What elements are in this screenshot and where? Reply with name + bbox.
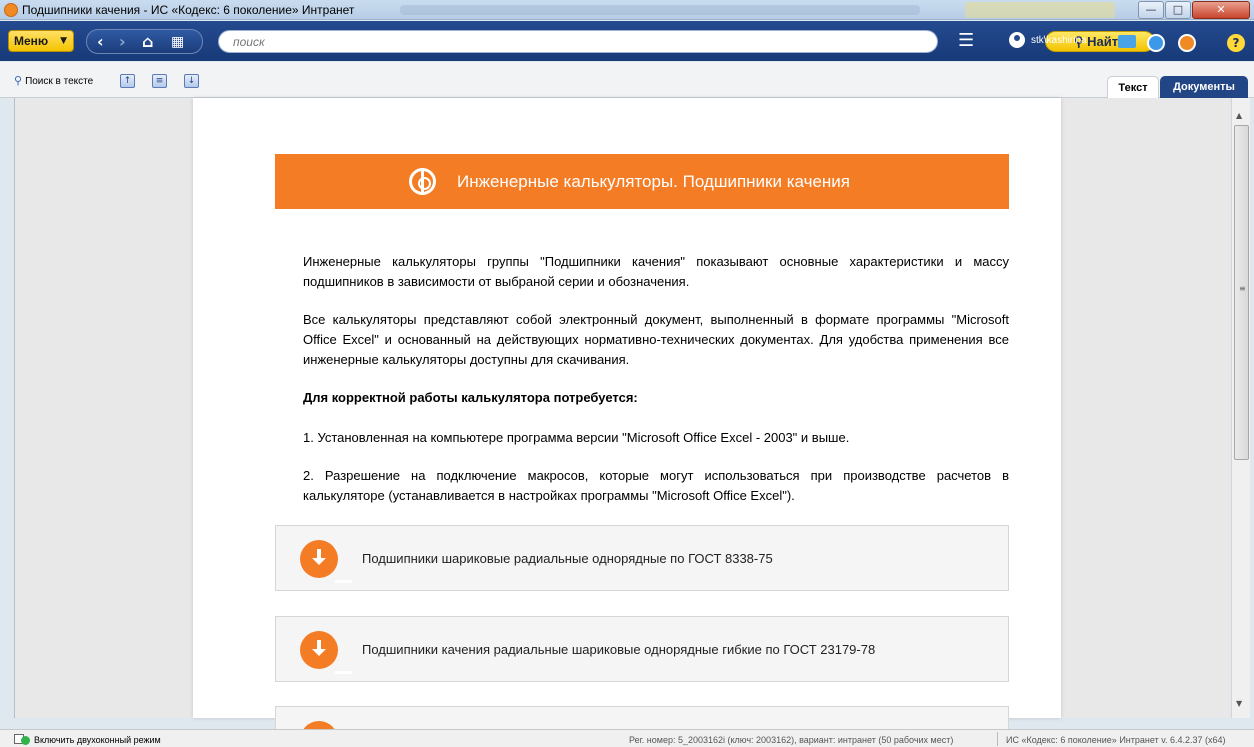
user-icon: [1009, 32, 1025, 48]
grip-icon: ≡: [1239, 284, 1246, 293]
user-name: stk\kashirina: [1031, 35, 1087, 46]
dual-window-toggle-icon[interactable]: [21, 736, 30, 745]
download-card[interactable]: Подшипники шариковые радиальные однорядн…: [275, 525, 1009, 591]
status-bar: Включить двухоконный режим Рег. номер: 5…: [0, 729, 1254, 747]
download-card-label[interactable]: Подшипники качения радиальные шариковые …: [362, 642, 875, 657]
download-icon[interactable]: [300, 540, 352, 583]
requirements-heading: Для корректной работы калькулятора потре…: [303, 390, 638, 405]
maximize-button[interactable]: □: [1165, 1, 1191, 19]
status-divider: [997, 732, 998, 746]
minimize-button[interactable]: —: [1138, 1, 1164, 19]
version-info: ИС «Кодекс: 6 поколение» Интранет v. 6.4…: [1006, 735, 1226, 745]
blurred-title-area-highlight: [965, 2, 1115, 18]
download-card[interactable]: Подшипники качения радиальные шариковые …: [275, 616, 1009, 682]
tab-text[interactable]: Текст: [1107, 76, 1159, 98]
back-arrow-icon[interactable]: ‹: [97, 32, 104, 51]
description-paragraph: Все калькуляторы представляют собой элек…: [275, 310, 1009, 370]
help-icon[interactable]: ?: [1227, 34, 1245, 52]
registration-info: Рег. номер: 5_2003162i (ключ: 2003162), …: [629, 735, 954, 745]
download-icon[interactable]: [300, 631, 352, 674]
page-banner: Инженерные калькуляторы. Подшипники каче…: [275, 154, 1009, 209]
navigation-group: ‹ › ⌂ ▦: [86, 29, 203, 54]
folder-icon[interactable]: [1118, 35, 1136, 48]
requirement-item-2-text: 2. Разрешение на подключение макросов, к…: [303, 468, 1009, 503]
intro-paragraph: Инженерные калькуляторы группы "Подшипни…: [275, 252, 1009, 292]
document-page: Инженерные калькуляторы. Подшипники каче…: [193, 98, 1061, 747]
dual-window-toggle[interactable]: Включить двухоконный режим: [34, 735, 161, 745]
scrollbar-thumb[interactable]: ≡: [1234, 125, 1249, 460]
hamburger-menu-icon[interactable]: ☰: [958, 30, 976, 51]
forward-arrow-icon[interactable]: ›: [119, 32, 126, 51]
window-title-bar: Подшипники качения - ИС «Кодекс: 6 покол…: [0, 0, 1254, 20]
menu-button[interactable]: Меню ▼: [8, 30, 74, 52]
document-viewport: Инженерные калькуляторы. Подшипники каче…: [14, 98, 1230, 747]
app-logo-icon: [4, 3, 18, 17]
requirement-item-1: 1. Установленная на компьютере программа…: [303, 430, 850, 445]
menu-button-label: Меню: [14, 34, 49, 48]
scroll-to-top-icon[interactable]: ↑: [120, 74, 135, 88]
main-toolbar: Меню ▼ ‹ › ⌂ ▦ ⚲ Найти ☰ stk\kashirina ?: [0, 21, 1254, 61]
scroll-to-bottom-icon[interactable]: ↓: [184, 74, 199, 88]
close-button[interactable]: ✕: [1192, 1, 1250, 19]
description-paragraph-text: Все калькуляторы представляют собой элек…: [303, 312, 1009, 367]
magnifier-icon: ⚲: [14, 74, 23, 87]
scroll-down-icon[interactable]: ▼: [1236, 699, 1242, 708]
history-clock-icon[interactable]: [1147, 34, 1165, 52]
page-title: Инженерные калькуляторы. Подшипники каче…: [457, 172, 851, 191]
requirement-item-2: 2. Разрешение на подключение макросов, к…: [275, 466, 1009, 506]
grid-menu-icon[interactable]: ▦: [171, 34, 184, 50]
chevron-down-icon: ▼: [60, 36, 67, 46]
find-in-text-label: Поиск в тексте: [25, 76, 94, 87]
scroll-up-icon[interactable]: ▲: [1236, 111, 1242, 120]
document-toolbar: ⚲ Поиск в тексте ↑ ≡ ↓: [0, 62, 1254, 98]
intro-paragraph-text: Инженерные калькуляторы группы "Подшипни…: [303, 254, 1009, 289]
timer-icon[interactable]: [1178, 34, 1196, 52]
window-title: Подшипники качения - ИС «Кодекс: 6 покол…: [22, 3, 355, 17]
find-in-text-button[interactable]: ⚲ Поиск в тексте: [14, 74, 93, 87]
home-icon[interactable]: ⌂: [142, 32, 153, 51]
lifebuoy-icon: [409, 168, 436, 195]
search-box: ⚲ Найти: [218, 30, 1155, 53]
user-area[interactable]: stk\kashirina: [995, 29, 1155, 53]
vertical-scrollbar[interactable]: ▲ ≡ ▼: [1231, 98, 1250, 718]
download-card-label[interactable]: Подшипники шариковые радиальные однорядн…: [362, 551, 773, 566]
tab-documents[interactable]: Документы: [1160, 76, 1248, 98]
contents-panel-icon[interactable]: ≡: [152, 74, 167, 88]
search-input[interactable]: [233, 35, 813, 49]
blurred-title-area: [400, 5, 920, 15]
